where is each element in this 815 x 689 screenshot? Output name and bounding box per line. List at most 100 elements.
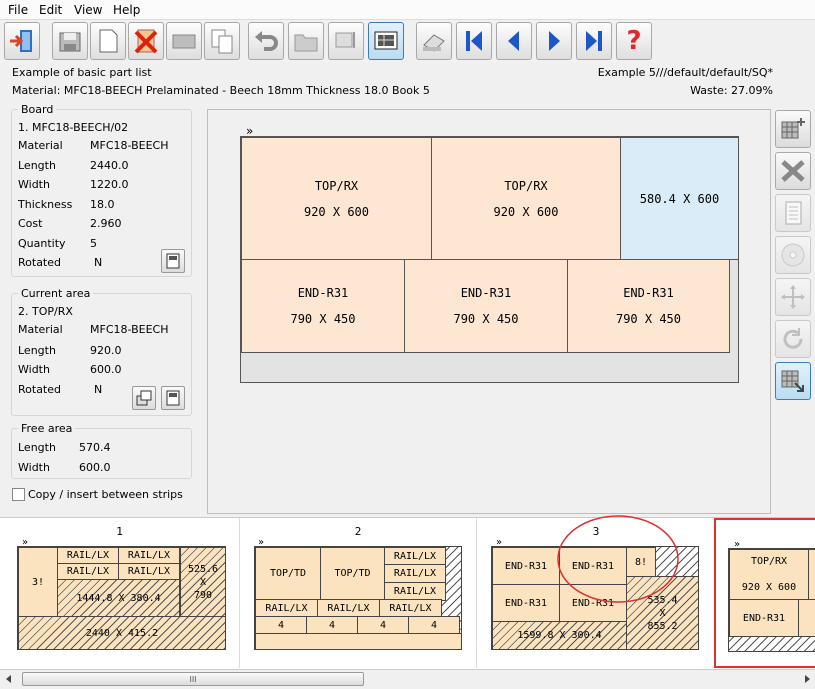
part-details-button[interactable]: [161, 386, 185, 410]
undo-icon: [255, 31, 278, 51]
free-area-piece[interactable]: 580.4 X 600: [620, 137, 739, 260]
board-panel: Board 1. MFC18-BEECH/02 Material MFC18-B…: [11, 103, 192, 277]
thumb-label: 525.6 X 790: [187, 563, 219, 601]
thumb-label: RAIL/LX: [393, 551, 437, 562]
rotate-button[interactable]: [775, 320, 811, 358]
current-area-panel: Current area 2. TOP/RX Material MFC18-BE…: [11, 287, 192, 416]
print-setup-button[interactable]: [328, 22, 364, 60]
save-button[interactable]: [52, 22, 88, 60]
select-part-button[interactable]: [775, 362, 811, 400]
help-button[interactable]: ?: [616, 22, 652, 60]
thumb-piece: END-R31: [492, 584, 560, 622]
saw-button[interactable]: [775, 236, 811, 274]
board-label: Width: [18, 178, 50, 191]
sheet-thumbnail-current[interactable]: » TOP/RX 920 X 600 END-R31 E: [714, 518, 815, 668]
eraser-icon: [423, 34, 445, 52]
remove-part-icon: [781, 160, 805, 182]
current-value: 600.0: [90, 363, 122, 376]
waste-info: Waste: 27.09%: [690, 84, 773, 97]
saw-blade-icon: [781, 243, 805, 267]
board-value: 2.960: [90, 217, 122, 230]
thumb-label: 920 X 600: [741, 581, 797, 593]
open-icon: [294, 34, 318, 52]
thumb-piece: RAIL/LX: [255, 599, 318, 617]
board-sheet[interactable]: TOP/RX 920 X 600 TOP/RX 920 X 600 580.4 …: [240, 136, 739, 383]
new-button[interactable]: [90, 22, 126, 60]
thumb-strip: [255, 633, 462, 650]
board-label: Material: [18, 139, 63, 152]
layout-piece[interactable]: TOP/RX 920 X 600: [241, 137, 432, 260]
thumb-label: RAIL/LX: [66, 550, 110, 561]
undo-button[interactable]: [248, 22, 284, 60]
piece-name: END-R31: [460, 286, 512, 300]
copy-insert-checkbox[interactable]: [12, 488, 25, 501]
sheet-thumbnail-3[interactable]: 3 » END-R31 END-R31 8! END-R31 END-R31 5…: [478, 515, 714, 668]
last-button[interactable]: [576, 22, 612, 60]
layout-piece[interactable]: END-R31 790 X 450: [404, 259, 568, 353]
thumb-piece: END-R31: [729, 599, 799, 637]
delete-button[interactable]: [128, 22, 164, 60]
scroll-left-button[interactable]: [0, 670, 17, 688]
thumb-label: TOP/TD: [269, 568, 307, 579]
scroll-right-button[interactable]: [798, 670, 815, 688]
thumb-label: RAIL/LX: [393, 568, 437, 579]
remove-part-button[interactable]: [775, 152, 811, 190]
horizontal-scrollbar[interactable]: III: [0, 669, 815, 689]
thumb-piece: RAIL/LX: [384, 564, 446, 583]
board-button[interactable]: [166, 22, 202, 60]
thumb-piece: E: [798, 599, 815, 637]
arrow-right-icon: [804, 675, 810, 683]
part-list-button[interactable]: [775, 194, 811, 232]
thumb-piece: 4: [408, 616, 460, 634]
move-button[interactable]: [775, 278, 811, 316]
part-edit-icon: [136, 390, 152, 406]
open-button[interactable]: [288, 22, 324, 60]
thumb-piece: TOP/TD: [255, 547, 321, 600]
copy-icon: [211, 29, 233, 54]
layout-view-button[interactable]: [368, 22, 404, 60]
board-name: 1. MFC18-BEECH/02: [18, 121, 129, 134]
current-label: Rotated: [18, 383, 61, 396]
exit-button[interactable]: [4, 22, 40, 60]
thumb-label: 4: [277, 619, 285, 631]
copy-button[interactable]: [204, 22, 240, 60]
previous-button[interactable]: [496, 22, 532, 60]
thumb-piece: TOP/RX 920 X 600: [729, 549, 809, 600]
thumb-label: RAIL/LX: [389, 602, 432, 614]
thumb-piece: [808, 549, 815, 600]
menu-file[interactable]: File: [8, 3, 28, 17]
board-details-button[interactable]: [161, 249, 185, 273]
select-part-icon: [781, 370, 804, 392]
sheet-thumbnail-1[interactable]: 1 » 3! RAIL/LX RAIL/LX RAIL/LX RAIL/LX 1…: [0, 518, 240, 668]
eraser-button[interactable]: [416, 22, 452, 60]
board-label: Quantity: [18, 237, 66, 250]
thumb-piece: TOP/TD: [320, 547, 385, 600]
arrow-left-icon: [5, 675, 11, 683]
current-value: 920.0: [90, 344, 122, 357]
scroll-thumb[interactable]: III: [22, 672, 364, 686]
thumb-piece: RAIL/LX: [118, 547, 180, 564]
thumb-label: TOP/RX: [750, 555, 788, 567]
thumb-label: END-R31: [742, 612, 786, 624]
board-value: 18.0: [90, 198, 115, 211]
piece-size: 790 X 450: [453, 312, 519, 326]
menu-help[interactable]: Help: [113, 3, 140, 17]
menu-view[interactable]: View: [74, 3, 102, 17]
thumb-label: 3!: [31, 576, 45, 588]
board-panel-title: Board: [18, 103, 57, 116]
first-button[interactable]: [456, 22, 492, 60]
thumb-waste: 1444.8 X 380.4: [57, 579, 180, 617]
thumb-label: RAIL/LX: [127, 550, 171, 561]
sheet-thumbnail-2[interactable]: 2 » TOP/TD TOP/TD RAIL/LX RAIL/LX RAIL/L…: [240, 518, 477, 668]
layout-piece[interactable]: END-R31 790 X 450: [241, 259, 405, 353]
next-button[interactable]: [536, 22, 572, 60]
thumb-label: 4: [379, 619, 387, 631]
add-part-button[interactable]: [775, 110, 811, 148]
part-details-icon: [166, 390, 180, 406]
menu-edit[interactable]: Edit: [39, 3, 62, 17]
layout-piece[interactable]: END-R31 790 X 450: [567, 259, 730, 353]
board-label: Length: [18, 159, 56, 172]
layout-view-icon: [374, 31, 398, 50]
part-edit-button[interactable]: [132, 386, 156, 410]
layout-piece[interactable]: TOP/RX 920 X 600: [431, 137, 621, 260]
